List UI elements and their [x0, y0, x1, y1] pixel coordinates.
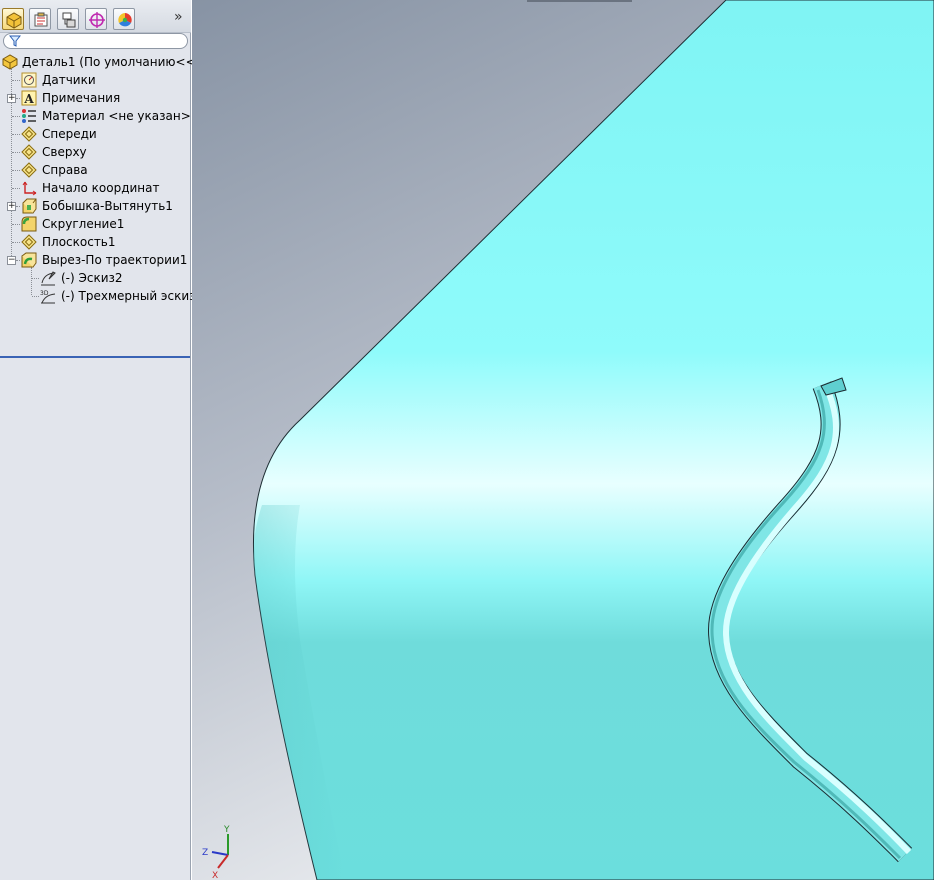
tree-connector: [12, 242, 20, 243]
color-wheel-icon: [118, 13, 132, 27]
tree-item-label: Сверху: [42, 145, 87, 159]
graphics-area[interactable]: Y Z X: [192, 0, 934, 880]
plane-icon: [21, 126, 37, 142]
crosshair-target-icon: [89, 12, 105, 28]
boss-extrude-icon: [22, 198, 37, 214]
tree-connector: [16, 206, 20, 207]
tree-filter-input[interactable]: [24, 34, 174, 48]
manager-tab-bar: »: [0, 0, 191, 33]
tree-connector: [32, 278, 39, 279]
tree-item-label: Скругление1: [42, 217, 125, 231]
part-icon: [2, 54, 18, 70]
tree-connector: [12, 80, 20, 81]
tree-item-top-plane[interactable]: Сверху: [0, 143, 191, 161]
z-axis-label: Z: [202, 848, 208, 858]
plane-icon: [21, 234, 37, 250]
tree-connector: [16, 98, 20, 99]
tree-item-label: Материал <не указан>: [42, 109, 191, 123]
tree-root-label: Деталь1 (По умолчанию<<По: [22, 55, 212, 69]
property-manager-tab[interactable]: [29, 8, 51, 30]
tree-item-origin[interactable]: Начало координат: [0, 179, 191, 197]
tree-item-label: Примечания: [42, 91, 121, 105]
y-axis-label: Y: [223, 825, 230, 835]
collapse-toggle[interactable]: −: [7, 256, 16, 265]
tree-connector: [12, 116, 20, 117]
tree-root[interactable]: Деталь1 (По умолчанию<<По: [0, 53, 212, 71]
material-icon: [22, 109, 36, 123]
x-axis-label: X: [212, 871, 218, 880]
filter-funnel-icon: [9, 35, 21, 47]
tree-item-fillet[interactable]: Скругление1: [0, 215, 191, 233]
tree-item-sensors[interactable]: Датчики: [0, 71, 191, 89]
tree-item-sketch2[interactable]: (-) Эскиз2: [0, 269, 191, 287]
tree-item-front-plane[interactable]: Спереди: [0, 125, 191, 143]
tree-item-label: Справа: [42, 163, 88, 177]
tree-item-label: (-) Эскиз2: [61, 271, 123, 285]
rollback-bar[interactable]: [0, 356, 190, 358]
tree-item-label: Бобышка-Вытянуть1: [42, 199, 173, 213]
feature-manager-tab[interactable]: [2, 8, 24, 30]
feature-tree-icon: [6, 12, 22, 29]
origin-icon: [22, 181, 37, 196]
tree-item-label: Вырез-По траектории1: [42, 253, 188, 267]
tree-connector: [12, 224, 20, 225]
configuration-manager-tab[interactable]: [57, 8, 79, 30]
tree-item-swept-cut[interactable]: − Вырез-По траектории1: [0, 251, 191, 269]
annotation-icon: A: [21, 90, 37, 106]
tree-item-material[interactable]: Материал <не указан>: [0, 107, 191, 125]
property-sheet-icon: [34, 12, 48, 27]
tree-connector: [32, 296, 39, 297]
expand-toggle[interactable]: +: [7, 202, 16, 211]
feature-manager-panel: » Деталь1 (По умолчанию<<По Датчики + A …: [0, 0, 212, 880]
tree-item-label: Начало координат: [42, 181, 160, 195]
configuration-icon: [62, 12, 76, 28]
plane-icon: [21, 162, 37, 178]
tree-item-label: Датчики: [42, 73, 96, 87]
tree-item-plane1[interactable]: Плоскость1: [0, 233, 191, 251]
svg-text:A: A: [23, 92, 34, 106]
3d-sketch-icon: 3D: [40, 290, 56, 304]
plane-icon: [21, 144, 37, 160]
tree-filter-field[interactable]: [3, 33, 188, 49]
tree-connector: [12, 152, 20, 153]
heads-up-toolbar-edge: [527, 0, 632, 2]
expand-toggle[interactable]: +: [7, 94, 16, 103]
fillet-icon: [21, 216, 37, 232]
tree-item-right-plane[interactable]: Справа: [0, 161, 191, 179]
swept-cut-icon: [21, 252, 37, 268]
tree-item-label: Плоскость1: [42, 235, 116, 249]
model-view[interactable]: Y Z X: [192, 0, 934, 880]
tree-item-boss-extrude[interactable]: + Бобышка-Вытянуть1: [0, 197, 191, 215]
display-manager-tab[interactable]: [113, 8, 135, 30]
tree-connector: [12, 134, 20, 135]
expand-panel-button[interactable]: »: [174, 9, 183, 25]
tree-connector: [12, 170, 20, 171]
tree-item-label: (-) Трехмерный эскиз1: [61, 289, 204, 303]
tree-item-annotations[interactable]: + A Примечания: [0, 89, 191, 107]
tree-item-label: Спереди: [42, 127, 97, 141]
tree-connector: [12, 188, 20, 189]
dimxpert-manager-tab[interactable]: [85, 8, 107, 30]
sketch-icon: [41, 271, 56, 286]
tree-item-3d-sketch1[interactable]: 3D (-) Трехмерный эскиз1: [0, 287, 203, 305]
tree-connector: [16, 260, 20, 261]
sensor-icon: [21, 72, 37, 88]
